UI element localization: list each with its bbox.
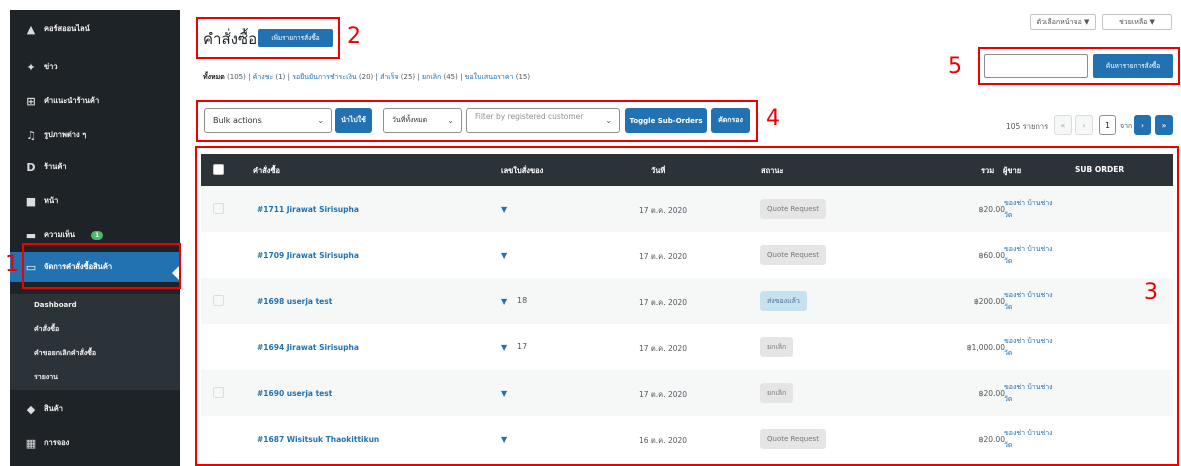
- sidebar-item-label: ร้านค้า: [44, 162, 67, 171]
- product-icon: ◆: [26, 402, 36, 416]
- filter-all[interactable]: ทั้งหมด: [203, 73, 225, 81]
- filter-completed[interactable]: สำเร็จ: [380, 73, 398, 81]
- annotation-box-3: [195, 146, 1179, 466]
- submenu-item-dashboard[interactable]: Dashboard: [10, 298, 180, 312]
- calendar-icon: ▦: [25, 436, 37, 450]
- status-filter-links: ทั้งหมด (105) | ค้างชะ (1) | รอยืนยันการ…: [203, 73, 531, 81]
- next-page-button[interactable]: ›: [1134, 115, 1151, 135]
- annotation-number-2: 2: [347, 24, 361, 49]
- sidebar-item-label: คอร์สออนไลน์: [44, 24, 90, 33]
- comment-icon: ▬: [25, 228, 37, 242]
- sidebar-item-label: สินค้า: [44, 404, 63, 413]
- sidebar-item-label: รูปภาพต่าง ๆ: [44, 130, 87, 139]
- sidebar-submenu: Dashboard คำสั่งซื้อ คำขอยกเลิกคำสั่งซื้…: [10, 294, 180, 390]
- sidebar-item-store-guide[interactable]: ⊞ คำแนะนำร้านค้า: [10, 92, 180, 110]
- annotation-number-5: 5: [948, 54, 962, 79]
- filter-count: (1): [275, 73, 286, 81]
- filter-count: (15): [515, 73, 531, 81]
- submenu-item-reports[interactable]: รายงาน: [10, 370, 180, 384]
- sidebar-item-pages[interactable]: ■ หน้า: [10, 192, 180, 210]
- sidebar-item-label: ข่าว: [44, 62, 58, 71]
- annotation-box-4: [196, 100, 758, 142]
- sidebar-item-bookings[interactable]: ▦ การจอง: [10, 434, 180, 452]
- first-page-button[interactable]: «: [1054, 115, 1072, 135]
- filter-all-count: (105): [227, 73, 246, 81]
- grid-icon: ⊞: [26, 94, 36, 108]
- sidebar-item-news[interactable]: ✦ ข่าว: [10, 58, 180, 76]
- media-icon: ♫: [26, 128, 36, 142]
- filter-pending[interactable]: ค้างชะ: [253, 73, 274, 81]
- sidebar-item-store[interactable]: D ร้านค้า: [10, 158, 180, 176]
- annotation-box-2: [196, 17, 340, 59]
- sidebar-item-label: หน้า: [44, 196, 59, 205]
- annotation-number-4: 4: [766, 106, 780, 131]
- filter-count: (25): [400, 73, 416, 81]
- filter-cancelled[interactable]: ยกเลิก: [422, 73, 441, 81]
- sidebar-item-label: การจอง: [44, 438, 70, 447]
- submenu-item-orders[interactable]: คำสั่งซื้อ: [10, 322, 180, 336]
- prev-page-button[interactable]: ‹: [1075, 115, 1093, 135]
- filter-awaiting-payment[interactable]: รอยืนยันการชำระเงิน: [292, 73, 356, 81]
- page-icon: ■: [25, 194, 37, 208]
- filter-count: (20): [358, 73, 374, 81]
- sidebar-item-products[interactable]: ◆ สินค้า: [10, 400, 180, 418]
- sidebar-item-label: คำแนะนำร้านค้า: [44, 96, 100, 105]
- annotation-number-3: 3: [1144, 280, 1158, 305]
- screen-options-button[interactable]: ตัวเลือกหน้าจอ ▼: [1030, 14, 1096, 30]
- comment-count-badge: 1: [91, 230, 104, 240]
- submenu-item-cancel-requests[interactable]: คำขอยกเลิกคำสั่งซื้อ: [10, 346, 180, 360]
- sidebar-item-comments[interactable]: ▬ ความเห็น 1: [10, 226, 180, 244]
- admin-sidebar: ▲ คอร์สออนไลน์ ✦ ข่าว ⊞ คำแนะนำร้านค้า ♫…: [10, 10, 180, 466]
- last-page-button[interactable]: »: [1155, 115, 1173, 135]
- sidebar-item-label: ความเห็น: [44, 230, 76, 239]
- filter-count: (45): [443, 73, 458, 81]
- help-button[interactable]: ช่วยเหลือ ▼: [1102, 14, 1172, 30]
- pin-icon: ✦: [26, 60, 36, 74]
- annotation-box-5: [978, 47, 1180, 85]
- graduation-cap-icon: ▲: [26, 22, 36, 36]
- current-page-input[interactable]: 1: [1099, 115, 1116, 135]
- annotation-number-1: 1: [5, 252, 19, 277]
- sidebar-item-online-courses[interactable]: ▲ คอร์สออนไลน์: [10, 20, 180, 38]
- filter-quote-request[interactable]: ขอใบเสนอราคา: [465, 73, 514, 81]
- annotation-box-1: [22, 243, 181, 289]
- d-icon: D: [26, 160, 36, 174]
- items-count: 105 รายการ: [1006, 122, 1049, 131]
- sidebar-item-media[interactable]: ♫ รูปภาพต่าง ๆ: [10, 126, 180, 144]
